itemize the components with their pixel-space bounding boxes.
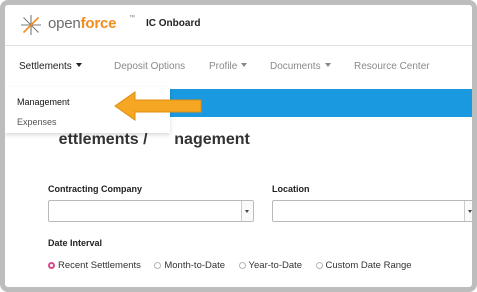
- contracting-company-select[interactable]: [48, 200, 254, 222]
- nav-deposit-options[interactable]: Deposit Options: [114, 61, 185, 72]
- dropdown-item-expenses[interactable]: Expenses: [17, 117, 57, 127]
- nav-profile-label: Profile: [209, 61, 238, 72]
- chevron-down-icon: [241, 63, 248, 67]
- contracting-company-label: Contracting Company: [48, 184, 143, 194]
- nav-documents-label: Documents: [270, 61, 321, 72]
- nav-resource-center-label: Resource Center: [354, 61, 430, 72]
- nav-deposit-options-label: Deposit Options: [114, 61, 186, 72]
- select-arrow: [241, 201, 253, 221]
- nav-settlements[interactable]: Settlements: [19, 61, 82, 72]
- date-interval-radio-group: Recent Settlements Month-to-Date Year-to…: [48, 255, 421, 271]
- radio-recent-settlements[interactable]: Recent Settlements: [48, 260, 141, 271]
- radio-year-to-date-label: Year-to-Date: [248, 260, 303, 271]
- dropdown-item-management[interactable]: Management: [17, 97, 70, 107]
- page-title: Settlements / Management: [48, 131, 250, 149]
- logo-force-text: force: [80, 15, 117, 32]
- nav-settlements-label: Settlements: [19, 61, 72, 72]
- radio-unselected-icon: [315, 262, 323, 269]
- chevron-down-icon: [324, 63, 331, 67]
- page-title-start: ettlements /: [58, 131, 153, 148]
- app-title: IC Onboard: [146, 18, 201, 29]
- chevron-down-icon: [245, 210, 249, 213]
- date-interval-label: Date Interval: [48, 238, 103, 248]
- logo-open-text: open: [48, 15, 81, 32]
- chevron-down-icon: [468, 210, 472, 213]
- radio-month-to-date-label: Month-to-Date: [164, 260, 226, 271]
- radio-unselected-icon: [154, 262, 162, 269]
- logo-trademark: ™: [129, 15, 135, 21]
- nav-resource-center[interactable]: Resource Center: [354, 61, 430, 72]
- openforce-logo[interactable]: openforce ™ IC Onboard: [19, 13, 319, 37]
- openforce-star-icon: [21, 15, 41, 35]
- logo-wordmark: openforce: [48, 15, 116, 32]
- nav-documents[interactable]: Documents: [270, 61, 331, 72]
- page-title-end: nagement: [174, 131, 250, 148]
- location-select[interactable]: [272, 200, 472, 222]
- radio-unselected-icon: [238, 262, 246, 269]
- top-header: openforce ™ IC Onboard: [5, 5, 472, 46]
- radio-custom-date-range[interactable]: Custom Date Range: [315, 260, 412, 271]
- radio-recent-settlements-label: Recent Settlements: [58, 260, 141, 271]
- radio-custom-date-range-label: Custom Date Range: [325, 260, 412, 271]
- radio-year-to-date[interactable]: Year-to-Date: [238, 260, 303, 271]
- orange-arrow-icon: [114, 91, 202, 121]
- main-nav: Settlements Deposit Options Profile Docu…: [5, 46, 472, 86]
- chevron-down-icon: [75, 63, 82, 67]
- select-arrow: [464, 201, 472, 221]
- nav-profile[interactable]: Profile: [209, 61, 248, 72]
- radio-selected-icon: [48, 262, 55, 269]
- app-window: openforce ™ IC Onboard Settlements Depos…: [0, 0, 477, 292]
- radio-month-to-date[interactable]: Month-to-Date: [154, 260, 225, 271]
- location-label: Location: [272, 184, 310, 194]
